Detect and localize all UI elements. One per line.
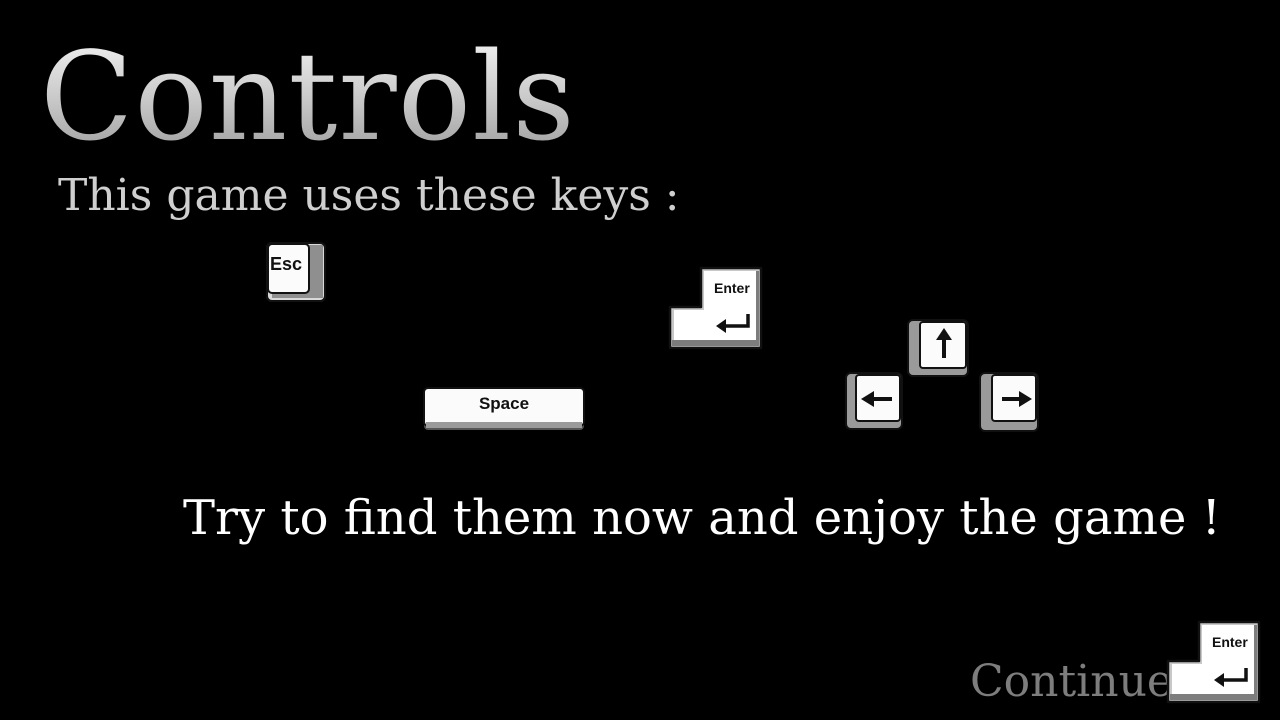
continue-label[interactable]: Continue <box>970 656 1173 709</box>
space-key: Space <box>422 386 586 432</box>
space-key-label: Space <box>479 394 529 413</box>
esc-key: Esc <box>264 240 328 304</box>
page-title: Controls <box>40 26 576 168</box>
left-arrow-key <box>844 371 904 431</box>
page-subtitle: This game uses these keys : <box>58 170 680 221</box>
continue-enter-key-label: Enter <box>1212 634 1248 650</box>
right-arrow-key <box>978 371 1040 433</box>
enter-key-label: Enter <box>714 280 750 296</box>
up-arrow-key <box>906 318 970 378</box>
instruction-message: Try to find them now and enjoy the game … <box>183 490 1221 546</box>
continue-enter-key[interactable]: Enter <box>1166 620 1262 704</box>
enter-key: Enter <box>668 266 764 350</box>
esc-key-label: Esc <box>270 254 302 274</box>
